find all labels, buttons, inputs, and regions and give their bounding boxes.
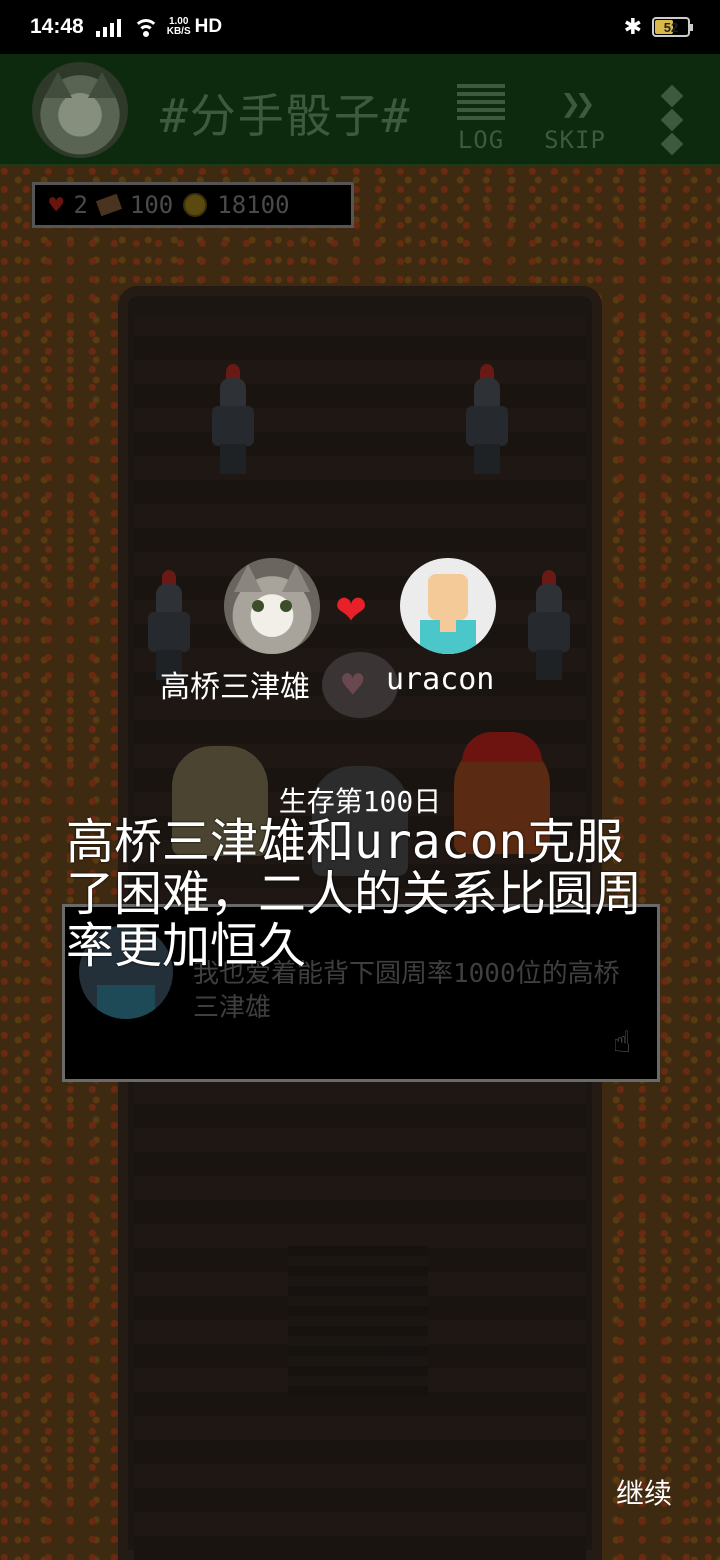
result-message: 高桥三津雄和uracon克服了困难，二人的关系比圆周率更加恒久 <box>66 814 643 974</box>
right-partner-name: uracon <box>386 662 495 697</box>
bluetooth-icon: ✱ <box>623 14 642 39</box>
menu-icon[interactable] <box>660 84 684 158</box>
game-title: #分手骰子# <box>160 89 412 143</box>
left-partner-name: 高桥三津雄 <box>160 670 310 705</box>
skip-button[interactable]: ❯❯ SKIP <box>540 84 610 154</box>
battery-icon: 52 <box>652 17 693 37</box>
wifi-icon <box>132 17 159 37</box>
signal-icon <box>95 17 121 37</box>
ticket-icon <box>95 193 122 217</box>
stats-hud: ♥ 2 100 18100 <box>32 182 354 228</box>
battery-level: 52 <box>663 19 679 35</box>
heart-icon: ♥ <box>49 191 64 219</box>
pointer-hand-icon: ☝ <box>613 1025 632 1060</box>
coins-count: 18100 <box>217 191 290 219</box>
log-label: LOG <box>457 126 505 154</box>
player-avatar[interactable] <box>32 62 128 158</box>
status-time: 14:48 <box>30 15 84 38</box>
game-top-bar: #分手骰子# LOG ❯❯ SKIP <box>0 54 720 166</box>
status-bar: 14:48 1.00 KB/S HD ✱ 52 <box>0 0 720 54</box>
skip-label: SKIP <box>544 126 606 154</box>
knight-statue <box>460 364 514 474</box>
skip-icon: ❯❯ <box>560 84 596 124</box>
heart-icon: ❤ <box>336 577 367 635</box>
left-partner-avatar <box>224 558 320 654</box>
tickets-count: 100 <box>129 191 174 219</box>
knight-statue <box>206 364 260 474</box>
continue-button[interactable]: 继续 <box>616 1472 672 1512</box>
network-speed: 1.00 KB/S <box>166 16 191 37</box>
log-icon <box>457 84 505 124</box>
hd-badge: HD <box>194 16 223 37</box>
hearts-count: 2 <box>73 191 88 219</box>
log-button[interactable]: LOG <box>446 84 516 154</box>
coin-icon <box>183 193 208 217</box>
right-partner-avatar <box>400 558 496 654</box>
knight-statue <box>522 570 576 680</box>
stairs <box>288 1246 428 1396</box>
